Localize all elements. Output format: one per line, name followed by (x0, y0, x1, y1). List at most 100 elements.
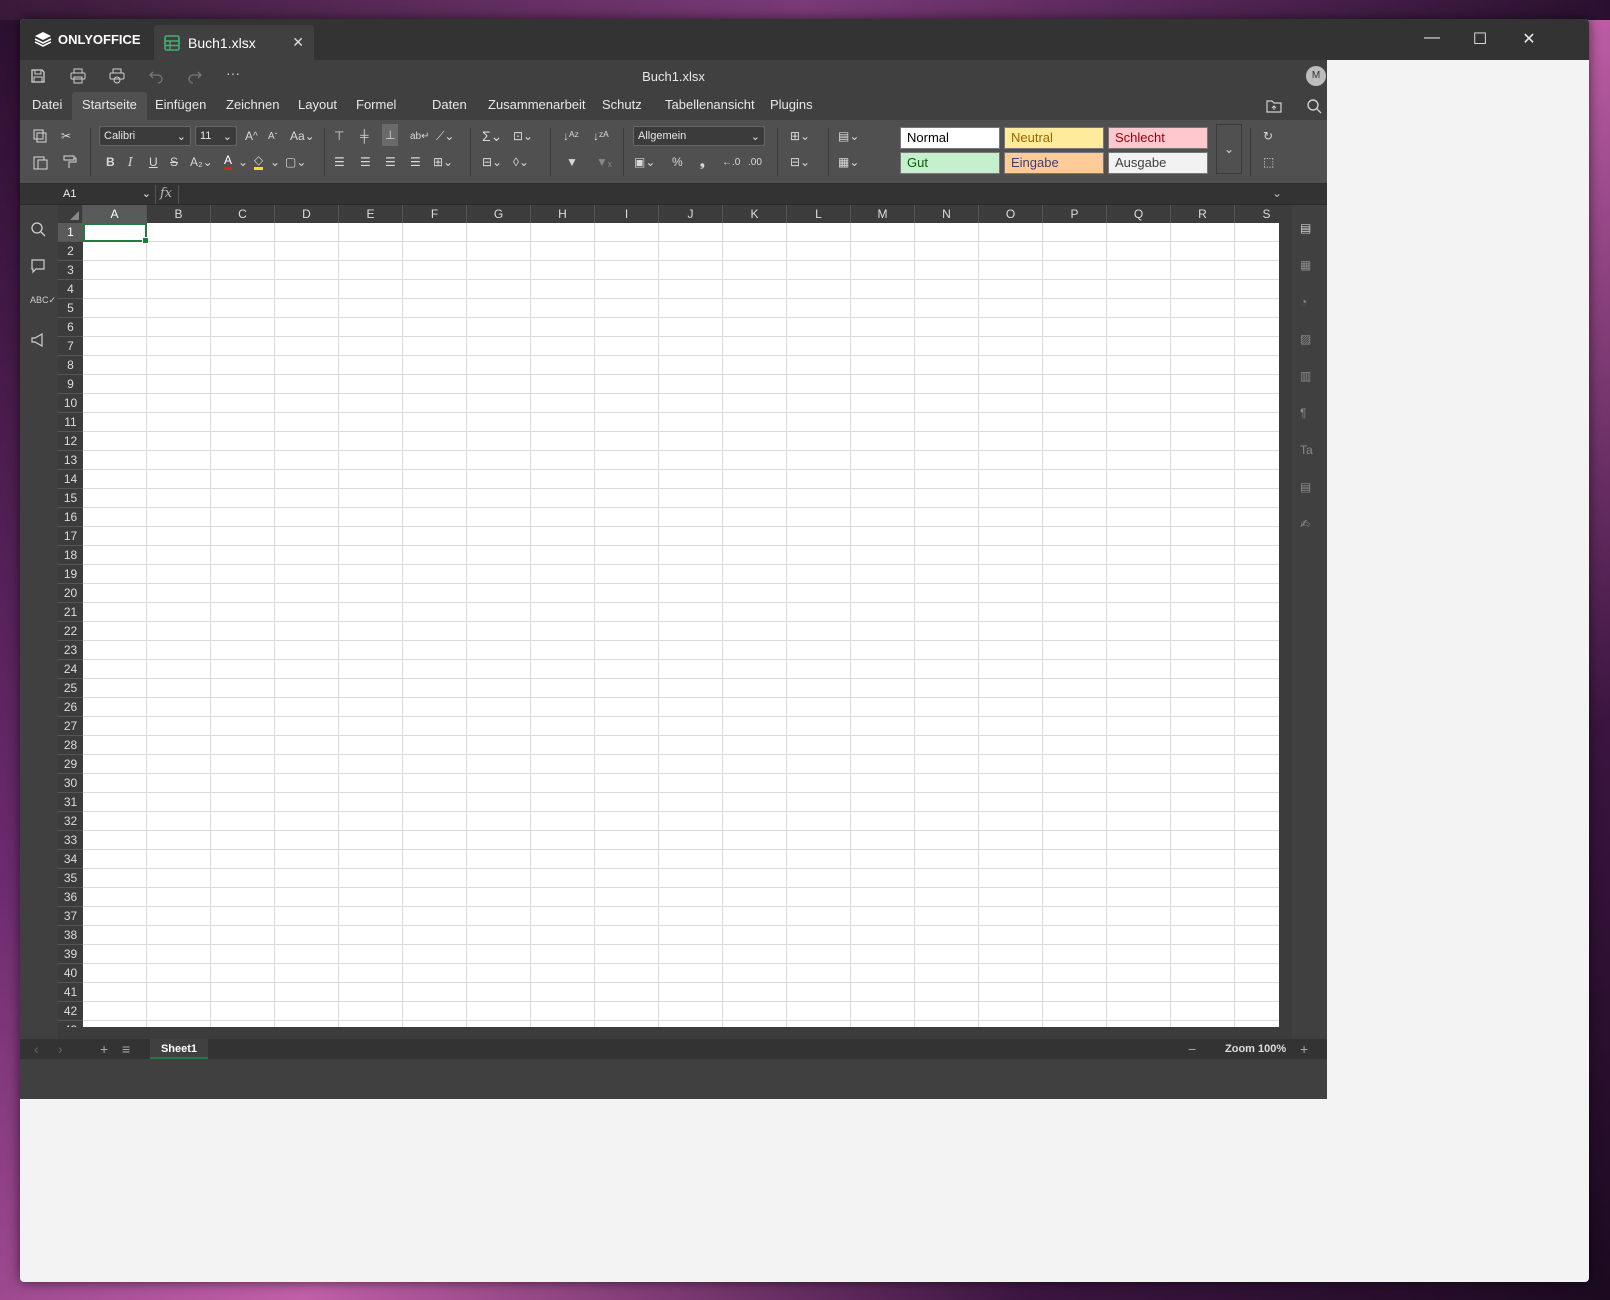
next-sheet-icon[interactable]: › (58, 1041, 63, 1057)
row-header[interactable]: 39 (58, 945, 83, 964)
column-header[interactable]: F (403, 205, 467, 223)
copy-icon[interactable] (32, 126, 48, 146)
row-header[interactable]: 26 (58, 698, 83, 717)
row-header[interactable]: 24 (58, 660, 83, 679)
fill-color-icon[interactable]: ◇ (254, 152, 264, 170)
format-painter-icon[interactable] (61, 152, 77, 172)
row-header[interactable]: 17 (58, 527, 83, 546)
image-settings-icon[interactable]: ▨ (1300, 332, 1318, 350)
row-header[interactable]: 23 (58, 641, 83, 660)
subscript-icon[interactable]: A₂⌄ (190, 152, 213, 172)
comments-icon[interactable] (30, 258, 48, 276)
decrease-font-icon[interactable]: Aˇ (268, 126, 277, 146)
clear-filter-icon[interactable]: ▼ₓ (596, 152, 612, 172)
menu-schutz[interactable]: Schutz (592, 92, 652, 120)
column-header[interactable]: I (595, 205, 659, 223)
row-header[interactable]: 15 (58, 489, 83, 508)
column-header[interactable]: Q (1107, 205, 1171, 223)
menu-formel[interactable]: Formel (346, 92, 406, 120)
style-ausgabe[interactable]: Ausgabe (1108, 152, 1208, 174)
horizontal-scrollbar[interactable] (58, 1027, 1292, 1039)
row-header[interactable]: 9 (58, 375, 83, 394)
menu-einfuegen[interactable]: Einfügen (145, 92, 216, 120)
sheet-list-icon[interactable]: ≡ (122, 1041, 130, 1057)
row-header[interactable]: 11 (58, 413, 83, 432)
active-cell[interactable] (83, 223, 149, 244)
column-header[interactable]: R (1171, 205, 1235, 223)
row-header[interactable]: 32 (58, 812, 83, 831)
column-header[interactable]: N (915, 205, 979, 223)
menu-startseite[interactable]: Startseite (72, 92, 147, 120)
row-header[interactable]: 42 (58, 1002, 83, 1021)
maximize-icon[interactable]: ☐ (1468, 29, 1492, 49)
italic-icon[interactable]: I (128, 152, 133, 172)
column-header[interactable]: K (723, 205, 787, 223)
row-header[interactable]: 36 (58, 888, 83, 907)
sum-icon[interactable]: Σ⌄ (482, 126, 502, 146)
row-header[interactable]: 7 (58, 337, 83, 356)
row-header[interactable]: 37 (58, 907, 83, 926)
row-header[interactable]: 16 (58, 508, 83, 527)
menu-layout[interactable]: Layout (288, 92, 347, 120)
filter-icon[interactable]: ▼ (566, 152, 578, 172)
sheet-tab[interactable]: Sheet1 (150, 1039, 208, 1059)
column-header[interactable]: G (467, 205, 531, 223)
conditional-formatting-icon[interactable]: ▤⌄ (838, 126, 859, 146)
search-icon[interactable] (30, 221, 48, 239)
column-header[interactable]: D (275, 205, 339, 223)
close-tab-icon[interactable]: ✕ (292, 34, 304, 51)
signature-settings-icon[interactable]: ✍ (1300, 517, 1318, 535)
paragraph-settings-icon[interactable]: ¶ (1300, 406, 1318, 424)
cut-icon[interactable]: ✂ (61, 126, 71, 146)
row-header[interactable]: 34 (58, 850, 83, 869)
clear-icon[interactable]: ◊⌄ (513, 152, 529, 172)
increase-decimal-icon[interactable]: .00 (748, 152, 762, 172)
column-header[interactable]: B (147, 205, 211, 223)
row-header[interactable]: 18 (58, 546, 83, 565)
row-header[interactable]: 21 (58, 603, 83, 622)
row-header[interactable]: 4 (58, 280, 83, 299)
decrease-decimal-icon[interactable]: ←.0 (722, 152, 740, 172)
merge-cells-icon[interactable]: ⊞⌄ (433, 152, 453, 172)
menu-plugins[interactable]: Plugins (760, 92, 823, 120)
borders-icon[interactable]: ▢⌄ (285, 152, 306, 172)
style-neutral[interactable]: Neutral (1004, 127, 1104, 149)
row-header[interactable]: 38 (58, 926, 83, 945)
styles-expand-icon[interactable]: ⌄ (1216, 124, 1242, 174)
row-header[interactable]: 35 (58, 869, 83, 888)
row-header[interactable]: 3 (58, 261, 83, 280)
row-header[interactable]: 29 (58, 755, 83, 774)
align-right-icon[interactable]: ☰ (385, 152, 396, 172)
row-header[interactable]: 5 (58, 299, 83, 318)
row-header[interactable]: 14 (58, 470, 83, 489)
column-header[interactable]: L (787, 205, 851, 223)
underline-icon[interactable]: U (149, 152, 158, 172)
wrap-text-icon[interactable]: ab↵ (410, 126, 430, 146)
sort-descending-icon[interactable]: ↓ᶻᴬ (593, 126, 609, 146)
expand-formula-icon[interactable]: ⌄ (1272, 186, 1282, 200)
row-header[interactable]: 22 (58, 622, 83, 641)
pivot-settings-icon[interactable]: ▤ (1300, 480, 1318, 498)
style-schlecht[interactable]: Schlecht (1108, 127, 1208, 149)
menu-datei[interactable]: Datei (22, 92, 72, 120)
column-header[interactable]: O (979, 205, 1043, 223)
close-window-icon[interactable]: ✕ (1517, 29, 1541, 49)
row-header[interactable]: 8 (58, 356, 83, 375)
row-header[interactable]: 28 (58, 736, 83, 755)
cell-area[interactable] (83, 223, 1279, 1039)
select-all-icon[interactable]: ⬚ (1263, 152, 1274, 172)
spellcheck-icon[interactable]: ABC✓ (30, 295, 56, 313)
chart-settings-icon[interactable]: ▥ (1300, 369, 1318, 387)
paste-icon[interactable] (32, 152, 48, 172)
row-header[interactable]: 30 (58, 774, 83, 793)
feedback-icon[interactable] (30, 332, 48, 350)
fx-icon[interactable]: fx (160, 186, 172, 201)
row-header[interactable]: 1 (58, 223, 83, 242)
row-header[interactable]: 20 (58, 584, 83, 603)
replace-icon[interactable]: ↻ (1263, 126, 1273, 146)
menu-daten[interactable]: Daten (422, 92, 477, 120)
vertical-scrollbar[interactable] (1279, 205, 1292, 1039)
add-sheet-icon[interactable]: + (100, 1041, 108, 1057)
align-left-icon[interactable]: ☰ (334, 152, 345, 172)
document-tab[interactable]: Buch1.xlsx ✕ (154, 25, 314, 60)
